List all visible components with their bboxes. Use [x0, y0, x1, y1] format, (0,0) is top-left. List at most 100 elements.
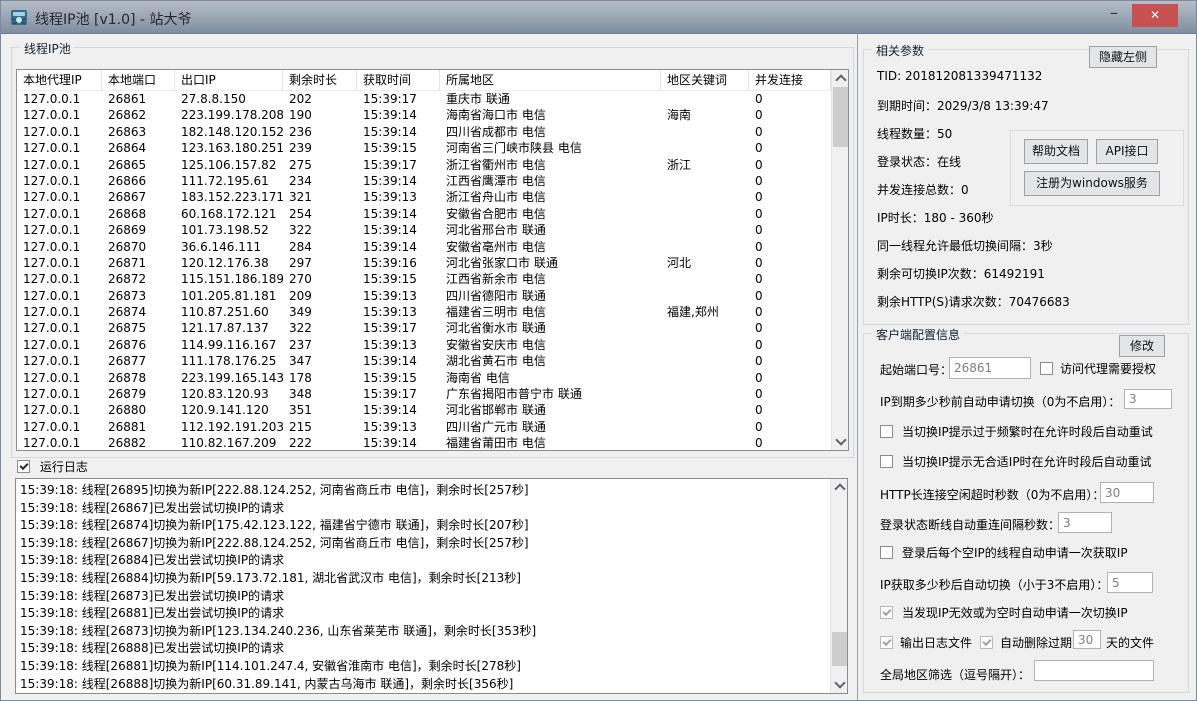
log-scrollbar: [830, 479, 847, 693]
table-cell: 26868: [102, 206, 175, 222]
log-line: 15:39:18: 线程[26873]已发出尝试切换IP的请求: [20, 588, 829, 606]
table-cell: 127.0.0.1: [17, 386, 102, 402]
help-doc-button[interactable]: 帮助文档: [1024, 139, 1088, 164]
table-cell: 15:39:14: [357, 107, 440, 123]
title-bar: 线程IP池 [v1.0] - 站大爷 – ✕: [1, 1, 1196, 34]
table-cell: 26861: [102, 91, 175, 107]
table-row[interactable]: 127.0.0.126869101.73.198.5232215:39:14河北…: [17, 222, 831, 238]
table-cell: 26871: [102, 255, 175, 271]
table-cell: 127.0.0.1: [17, 337, 102, 353]
table-row[interactable]: 127.0.0.126871120.12.176.3829715:39:16河北…: [17, 255, 831, 271]
modify-button[interactable]: 修改: [1119, 335, 1165, 357]
table-cell: 215: [283, 419, 357, 435]
start-port-input[interactable]: [949, 357, 1031, 379]
register-windows-service-button[interactable]: 注册为windows服务: [1024, 171, 1160, 196]
table-cell: 河北省张家口市 联通: [440, 255, 661, 271]
expire-switch-input[interactable]: [1124, 389, 1172, 409]
column-header-concurrent-connections[interactable]: 并发连接: [749, 70, 831, 90]
log-box[interactable]: 15:39:18: 线程[26895]切换为新IP[222.88.124.252…: [15, 478, 848, 694]
invalid-ip-switch-label: 当发现IP无效或为空时自动申请一次切换IP: [902, 605, 1128, 621]
table-row[interactable]: 127.0.0.126880120.9.141.12035115:39:14河北…: [17, 402, 831, 418]
delete-days-input[interactable]: [1073, 630, 1101, 649]
hide-left-button[interactable]: 隐藏左侧: [1089, 46, 1157, 68]
log-scrollbar-thumb[interactable]: [832, 632, 847, 666]
retry-frequent-checkbox[interactable]: [880, 425, 893, 438]
table-row[interactable]: 127.0.0.126877111.178.176.2534715:39:14湖…: [17, 353, 831, 369]
proxy-auth-checkbox[interactable]: [1040, 362, 1053, 375]
table-row[interactable]: 127.0.0.126882110.82.167.20922215:39:14福…: [17, 435, 831, 450]
table-scrollbar: [831, 70, 848, 450]
table-row[interactable]: 127.0.0.12686127.8.8.15020215:39:17重庆市 联…: [17, 91, 831, 107]
run-log-checkbox[interactable]: [17, 460, 30, 473]
table-row[interactable]: 127.0.0.12687036.6.146.11128415:39:14安徽省…: [17, 239, 831, 255]
ip-table: 本地代理IP 本地端口 出口IP 剩余时长 获取时间 所属地区 地区关键词 并发…: [16, 69, 849, 451]
table-row[interactable]: 127.0.0.126864123.163.180.25123915:39:15…: [17, 140, 831, 156]
params-group-label: 相关参数: [872, 42, 928, 59]
table-cell: 236: [283, 124, 357, 140]
reconnect-interval-input[interactable]: [1058, 512, 1112, 533]
table-cell: 127.0.0.1: [17, 222, 102, 238]
table-cell: [661, 353, 749, 369]
table-row[interactable]: 127.0.0.126879120.83.120.9334815:39:17广东…: [17, 386, 831, 402]
scroll-up-icon[interactable]: [831, 479, 848, 496]
config-group-label: 客户端配置信息: [872, 326, 964, 343]
table-cell: 15:39:17: [357, 320, 440, 336]
table-cell: 209: [283, 288, 357, 304]
api-button[interactable]: API接口: [1096, 139, 1158, 164]
column-header-acquire-time[interactable]: 获取时间: [357, 70, 440, 90]
table-cell: 15:39:14: [357, 435, 440, 450]
auto-acquire-checkbox[interactable]: [880, 546, 893, 559]
table-row[interactable]: 127.0.0.126866111.72.195.6123415:39:14江西…: [17, 173, 831, 189]
table-row[interactable]: 127.0.0.126881112.192.191.20321515:39:13…: [17, 419, 831, 435]
table-cell: 127.0.0.1: [17, 255, 102, 271]
table-cell: 123.163.180.251: [175, 140, 283, 156]
table-row[interactable]: 127.0.0.126863182.148.120.15223615:39:14…: [17, 124, 831, 140]
expire-switch-label: IP到期多少秒前自动申请切换（0为不启用）：: [880, 394, 1120, 410]
retry-no-ip-label: 当切换IP提示无合适IP时在允许时段后自动重试: [902, 454, 1152, 470]
table-row[interactable]: 127.0.0.126872115.151.186.18927015:39:15…: [17, 271, 831, 287]
column-header-remaining-time[interactable]: 剩余时长: [283, 70, 357, 90]
table-row[interactable]: 127.0.0.12686860.168.172.12125415:39:14安…: [17, 206, 831, 222]
region-filter-input[interactable]: [1034, 660, 1154, 681]
table-cell: [661, 91, 749, 107]
table-cell: 120.83.120.93: [175, 386, 283, 402]
table-cell: 110.82.167.209: [175, 435, 283, 450]
table-cell: 270: [283, 271, 357, 287]
table-row[interactable]: 127.0.0.126867183.152.223.17132115:39:13…: [17, 189, 831, 205]
table-row[interactable]: 127.0.0.126873101.205.81.18120915:39:13四…: [17, 288, 831, 304]
log-line: 15:39:18: 线程[26884]切换为新IP[59.173.72.181,…: [20, 570, 829, 588]
table-row[interactable]: 127.0.0.126875121.17.87.13732215:39:17河北…: [17, 320, 831, 336]
table-cell: 15:39:14: [357, 173, 440, 189]
table-cell: [661, 320, 749, 336]
table-row[interactable]: 127.0.0.126865125.106.157.8227515:39:17浙…: [17, 157, 831, 173]
retry-no-ip-checkbox[interactable]: [880, 455, 893, 468]
scroll-down-icon[interactable]: [832, 433, 849, 450]
column-header-region[interactable]: 所属地区: [440, 70, 661, 90]
auto-switch-input[interactable]: [1107, 572, 1153, 593]
table-row[interactable]: 127.0.0.126862223.199.178.20819015:39:14…: [17, 107, 831, 123]
scroll-down-icon[interactable]: [831, 676, 848, 693]
close-button[interactable]: ✕: [1132, 4, 1178, 27]
table-row[interactable]: 127.0.0.126878223.199.165.14317815:39:15…: [17, 370, 831, 386]
table-cell: 111.178.176.25: [175, 353, 283, 369]
table-row[interactable]: 127.0.0.126874110.87.251.6034915:39:13福建…: [17, 304, 831, 320]
scroll-up-icon[interactable]: [832, 70, 849, 87]
table-cell: 0: [749, 222, 831, 238]
table-scrollbar-thumb[interactable]: [833, 87, 848, 147]
table-row[interactable]: 127.0.0.126876114.99.116.16723715:39:13安…: [17, 337, 831, 353]
column-header-exit-ip[interactable]: 出口IP: [175, 70, 283, 90]
column-header-local-proxy-ip[interactable]: 本地代理IP: [17, 70, 102, 90]
table-cell: 0: [749, 435, 831, 450]
column-header-local-port[interactable]: 本地端口: [102, 70, 175, 90]
table-cell: 0: [749, 91, 831, 107]
table-cell: [661, 173, 749, 189]
table-cell: 重庆市 联通: [440, 91, 661, 107]
table-cell: 239: [283, 140, 357, 156]
table-cell: 河北: [661, 255, 749, 271]
column-header-region-keyword[interactable]: 地区关键词: [661, 70, 749, 90]
minimize-button[interactable]: –: [1099, 1, 1129, 29]
table-cell: 0: [749, 304, 831, 320]
table-cell: 0: [749, 124, 831, 140]
http-timeout-input[interactable]: [1100, 482, 1154, 503]
panel-splitter[interactable]: [857, 33, 858, 701]
